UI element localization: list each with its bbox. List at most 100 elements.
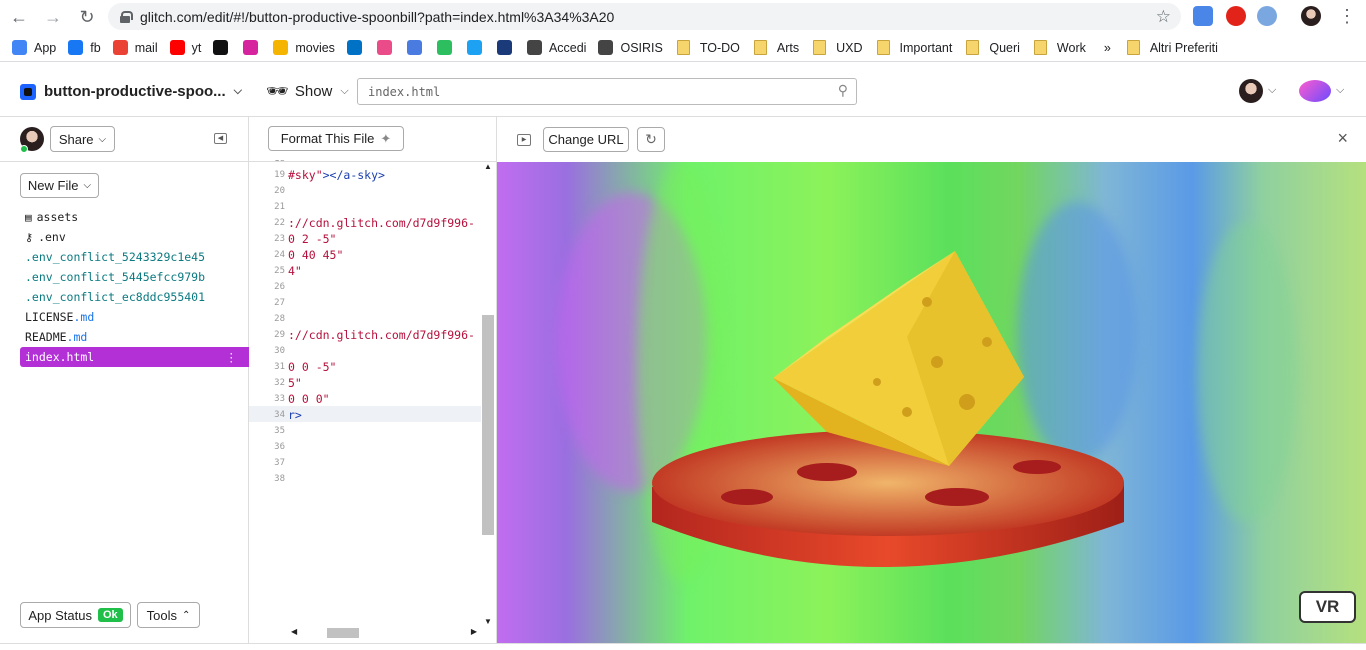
scroll-down-icon[interactable]: ▼: [484, 617, 492, 626]
line-number: 22: [274, 218, 285, 228]
code-line: 4": [288, 264, 302, 278]
bookmark-folder[interactable]: Queri: [966, 40, 1020, 55]
app-status-button[interactable]: App Status Ok: [20, 602, 131, 628]
project-menu[interactable]: button-productive-spoo... ⌵: [20, 83, 242, 100]
bookmark-item[interactable]: movies: [273, 40, 335, 55]
glitch-logo-icon[interactable]: [1299, 80, 1331, 102]
search-icon: ⚲: [837, 83, 848, 99]
apps-grid-icon: [12, 40, 27, 55]
file-item[interactable]: LICENSE .md: [20, 307, 249, 327]
file-item[interactable]: README .md: [20, 327, 249, 347]
browser-menu-icon[interactable]: ⋮: [1338, 6, 1356, 27]
scroll-left-icon[interactable]: ◀: [291, 627, 297, 636]
bookmark-item[interactable]: [376, 40, 395, 55]
chevron-down-icon[interactable]: ⌵: [1268, 84, 1276, 97]
tools-button[interactable]: Tools ⌃: [137, 602, 200, 628]
code-string: ://cdn.glitch.com/d7d9f996-: [288, 328, 475, 342]
preview-canvas[interactable]: VR: [497, 162, 1366, 643]
extension-icon[interactable]: [1257, 6, 1277, 26]
chevron-down-icon: ⌵: [98, 133, 107, 145]
profile-avatar[interactable]: [1301, 6, 1321, 26]
bookmark-folder[interactable]: TO-DO: [676, 40, 740, 55]
file-name: assets: [36, 210, 79, 224]
behance-icon: [213, 40, 229, 55]
close-preview-icon[interactable]: ×: [1337, 128, 1348, 149]
3d-scene: [652, 251, 1124, 567]
bookmark-item[interactable]: [436, 40, 455, 55]
line-number: 24: [274, 250, 285, 260]
code-string: 0 0 0": [288, 392, 330, 406]
reload-icon[interactable]: ↻: [76, 6, 98, 28]
vr-button[interactable]: VR: [1299, 591, 1356, 623]
file-options-icon[interactable]: ⋮: [226, 350, 238, 364]
bookmark-item[interactable]: mail: [112, 40, 158, 55]
share-button[interactable]: Share ⌵: [50, 126, 115, 152]
file-item[interactable]: index.html ⋮: [20, 347, 249, 367]
translate-extension-icon[interactable]: [1193, 6, 1213, 26]
vertical-scrollbar[interactable]: ▲ ▼: [481, 160, 495, 626]
code-string: 0 0 -5": [288, 360, 337, 374]
scrollbar-thumb[interactable]: [327, 628, 359, 638]
bookmark-item[interactable]: [213, 40, 231, 55]
bookmark-folder[interactable]: Arts: [753, 40, 799, 55]
preview-toolbar: ▶ Change URL ↻ ×: [497, 117, 1366, 162]
code-area[interactable]: 1819#sky"></a-sky>202122://cdn.glitch.co…: [249, 160, 481, 625]
code-line: 5": [288, 376, 302, 390]
file-item[interactable]: ⚷ .env: [20, 227, 249, 247]
bookmark-label: App: [34, 40, 57, 55]
forward-icon[interactable]: →: [42, 6, 64, 28]
new-file-button[interactable]: New File ⌵: [20, 173, 99, 198]
file-extension: .md: [73, 310, 95, 324]
scroll-right-icon[interactable]: ▶: [471, 627, 477, 636]
chevron-down-icon[interactable]: ⌵: [1336, 84, 1344, 97]
bookmark-item[interactable]: yt: [169, 40, 201, 55]
bookmark-item[interactable]: [243, 40, 261, 55]
bookmark-item[interactable]: fb: [68, 40, 101, 55]
bookmark-folder[interactable]: Important: [876, 40, 952, 55]
bookmark-item[interactable]: [346, 40, 365, 55]
globe-icon: [526, 40, 542, 55]
format-file-button[interactable]: Format This File ✦: [268, 126, 404, 151]
bookmarks-overflow-button[interactable]: »: [1104, 41, 1111, 55]
scrollbar-thumb[interactable]: [482, 315, 494, 535]
adblock-extension-icon[interactable]: [1226, 6, 1246, 26]
collapse-sidebar-icon[interactable]: ◀: [214, 133, 227, 144]
file-search-input[interactable]: index.html ⚲: [357, 78, 857, 105]
show-button[interactable]: 🕶 Show ⌵: [266, 81, 349, 102]
project-name: button-productive-spoo...: [44, 83, 226, 100]
file-item[interactable]: .env_conflict_5445efcc979b: [20, 267, 249, 287]
sidebar: Share ⌵ ◀ New File ⌵ ▤ assets ⚷ .env .env_co…: [0, 117, 249, 643]
file-item[interactable]: .env_conflict_5243329c1e45: [20, 247, 249, 267]
file-item[interactable]: ▤ assets: [20, 207, 249, 227]
address-bar[interactable]: glitch.com/edit/#!/button-productive-spo…: [108, 3, 1181, 30]
horizontal-scrollbar[interactable]: ◀ ▶: [287, 625, 477, 641]
status-badge: Ok: [97, 608, 123, 622]
scroll-up-icon[interactable]: ▲: [484, 162, 492, 171]
format-label: Format This File: [280, 131, 375, 146]
line-number: 27: [274, 298, 285, 308]
code-string: #sky": [288, 168, 323, 182]
line-number: 31: [274, 362, 285, 372]
refresh-preview-button[interactable]: ↻: [637, 127, 665, 152]
bookmark-item[interactable]: [466, 40, 485, 55]
bookmarks-bar: App fb mail yt movies Accedi OSIRIS TO-DO Arts UX…: [0, 34, 1366, 62]
bookmark-folder[interactable]: Work: [1033, 40, 1086, 55]
bookmark-star-icon[interactable]: ☆: [1156, 7, 1171, 27]
bookmark-item[interactable]: [406, 40, 425, 55]
other-bookmarks-folder[interactable]: Altri Preferiti: [1126, 40, 1218, 55]
file-item[interactable]: .env_conflict_ec8ddc955401: [20, 287, 249, 307]
bookmark-item[interactable]: OSIRIS: [598, 40, 663, 55]
layers-icon: [406, 40, 422, 55]
code-line: ://cdn.glitch.com/d7d9f996-: [288, 216, 475, 230]
bookmark-item[interactable]: Accedi: [526, 40, 586, 55]
user-avatar[interactable]: [1239, 79, 1263, 103]
bookmark-folder[interactable]: UXD: [813, 40, 863, 55]
bookmark-item[interactable]: App: [12, 40, 56, 55]
bookmark-item[interactable]: [496, 40, 515, 55]
play-icon[interactable]: ▶: [517, 133, 531, 146]
pizza-model: [652, 430, 1124, 567]
change-url-button[interactable]: Change URL: [543, 127, 629, 152]
movies-icon: [273, 40, 289, 55]
back-icon[interactable]: ←: [8, 6, 30, 28]
sparkle-icon: ✦: [380, 130, 392, 146]
